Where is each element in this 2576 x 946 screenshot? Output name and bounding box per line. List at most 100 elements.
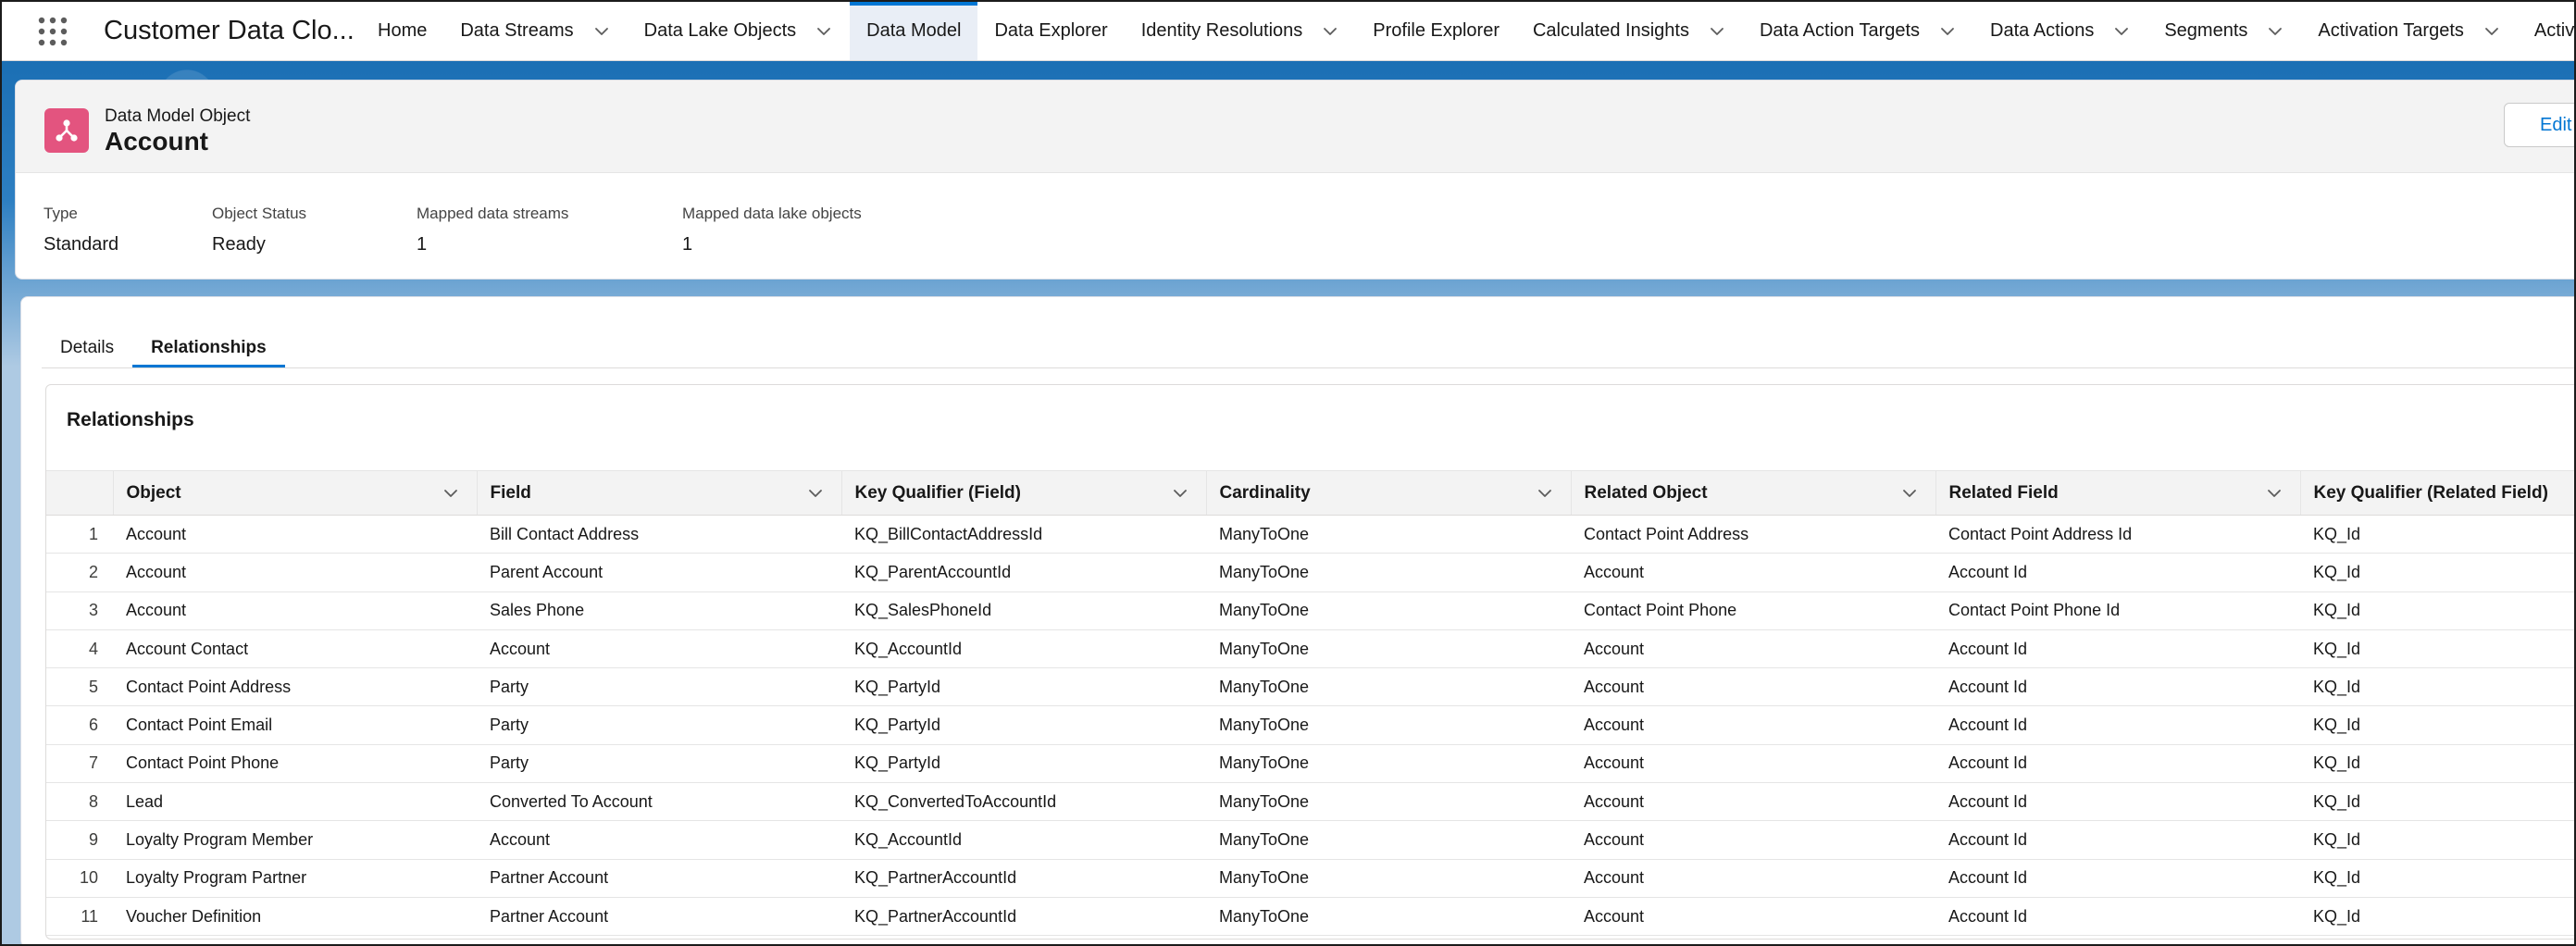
table-cell: KQ_Id xyxy=(2300,553,2574,592)
chevron-down-icon[interactable] xyxy=(1171,484,1189,503)
nav-item-identity-resolutions[interactable]: Identity Resolutions xyxy=(1125,2,1357,60)
record-highlights: Type Standard Object Status Ready Mapped… xyxy=(16,173,2574,279)
nav-item-home[interactable]: Home xyxy=(361,2,443,60)
column-header-key-qualifier-related-field[interactable]: Key Qualifier (Related Field) xyxy=(2299,470,2574,516)
tab-relationships[interactable]: Relationships xyxy=(132,325,285,367)
table-cell: Partner Account xyxy=(477,859,841,898)
table-cell: KQ_Id xyxy=(2300,820,2574,860)
table-cell: Account Id xyxy=(1935,629,2300,669)
table-row[interactable]: 3 Account Sales Phone KQ_SalesPhoneId ManyTo… xyxy=(46,591,2574,630)
row-number: 7 xyxy=(46,744,113,784)
table-row[interactable]: 1 Account Bill Contact Address KQ_BillConta… xyxy=(46,515,2574,554)
app-name: Customer Data Clo... xyxy=(104,16,355,45)
table-row[interactable]: 5 Contact Point Address Party KQ_PartyId Man… xyxy=(46,667,2574,707)
table-cell: Contact Point Phone xyxy=(1571,591,1935,630)
table-cell: KQ_Id xyxy=(2300,591,2574,630)
nav-item-data-explorer[interactable]: Data Explorer xyxy=(977,2,1124,60)
chevron-down-icon[interactable] xyxy=(2483,22,2501,41)
chevron-down-icon[interactable] xyxy=(2112,22,2131,41)
meta-object-status: Object Status Ready xyxy=(212,205,306,255)
row-number: 4 xyxy=(46,629,113,669)
column-header-field[interactable]: Field xyxy=(476,470,841,516)
chevron-down-icon[interactable] xyxy=(442,484,460,503)
meta-value: 1 xyxy=(682,234,693,255)
tab-divider xyxy=(42,367,2574,368)
nav-item-label: Data Actions xyxy=(1990,20,2095,41)
table-row[interactable]: 2 Account Parent Account KQ_ParentAccountId… xyxy=(46,553,2574,592)
table-row[interactable]: 10 Loyalty Program Partner Partner Account… xyxy=(46,859,2574,898)
chevron-down-icon[interactable] xyxy=(2265,484,2284,503)
table-row[interactable]: 4 Account Contact Account KQ_AccountId ManyT… xyxy=(46,629,2574,669)
table-cell: KQ_Id xyxy=(2300,667,2574,707)
nav-item-segments[interactable]: Segments xyxy=(2147,2,2301,60)
table-cell: Account xyxy=(1571,667,1935,707)
table-cell: ManyToOne xyxy=(1206,553,1571,592)
table-cell: ManyToOne xyxy=(1206,859,1571,898)
table-cell: ManyToOne xyxy=(1206,591,1571,630)
chevron-down-icon[interactable] xyxy=(1900,484,1919,503)
record-body: Details Relationships Relationships Obje… xyxy=(20,296,2574,944)
record-header-top: Data Model Object Account Edit xyxy=(16,81,2574,173)
column-header-label: Field xyxy=(490,482,531,503)
chevron-down-icon[interactable] xyxy=(1536,484,1554,503)
row-number: 3 xyxy=(46,591,113,630)
chevron-down-icon[interactable] xyxy=(1321,22,1339,41)
chevron-down-icon[interactable] xyxy=(592,22,611,41)
table-cell: ManyToOne xyxy=(1206,897,1571,937)
table-cell: Account xyxy=(1571,820,1935,860)
nav-item-calculated-insights[interactable]: Calculated Insights xyxy=(1516,2,1743,60)
nav-item-activa[interactable]: Activa xyxy=(2518,2,2574,60)
row-number-header xyxy=(46,470,113,516)
table-cell: Contact Point Address xyxy=(1571,515,1935,554)
app-launcher-button[interactable] xyxy=(2,2,104,60)
edit-button[interactable]: Edit xyxy=(2504,103,2574,147)
table-row[interactable]: 7 Contact Point Phone Party KQ_PartyId ManyT… xyxy=(46,744,2574,784)
table-cell: Contact Point Phone xyxy=(113,744,477,784)
column-header-label: Object xyxy=(126,482,181,503)
column-header-object[interactable]: Object xyxy=(112,470,477,516)
column-header-related-object[interactable]: Related Object xyxy=(1570,470,1935,516)
chevron-down-icon[interactable] xyxy=(1708,22,1726,41)
nav-item-activation-targets[interactable]: Activation Targets xyxy=(2301,2,2518,60)
table-row[interactable]: 8 Lead Converted To Account KQ_ConvertedToA… xyxy=(46,782,2574,822)
table-header-row: Object Field Key Qualifier (Field) Cardinal… xyxy=(46,470,2574,516)
relationships-table: Object Field Key Qualifier (Field) Cardinal… xyxy=(46,470,2574,937)
table-cell: KQ_AccountId xyxy=(841,629,1206,669)
chevron-down-icon[interactable] xyxy=(1938,22,1957,41)
nav-item-label: Data Explorer xyxy=(994,20,1108,41)
nav-item-profile-explorer[interactable]: Profile Explorer xyxy=(1356,2,1516,60)
table-row[interactable]: 9 Loyalty Program Member Account KQ_Account… xyxy=(46,820,2574,860)
page-title: Account xyxy=(105,127,208,156)
nav-item-data-action-targets[interactable]: Data Action Targets xyxy=(1743,2,1973,60)
table-cell: KQ_Id xyxy=(2300,515,2574,554)
table-cell: Account xyxy=(113,515,477,554)
meta-value: Standard xyxy=(44,234,119,255)
nav-item-data-lake-objects[interactable]: Data Lake Objects xyxy=(628,2,851,60)
table-cell: KQ_PartnerAccountId xyxy=(841,897,1206,937)
column-header-related-field[interactable]: Related Field xyxy=(1935,470,2300,516)
table-cell: KQ_SalesPhoneId xyxy=(841,591,1206,630)
table-cell: Loyalty Program Member xyxy=(113,820,477,860)
table-cell: Account xyxy=(1571,859,1935,898)
column-header-cardinality[interactable]: Cardinality xyxy=(1205,470,1571,516)
table-cell: KQ_Id xyxy=(2300,782,2574,822)
table-cell: Contact Point Phone Id xyxy=(1935,591,2300,630)
chevron-down-icon[interactable] xyxy=(806,484,825,503)
table-row[interactable]: 6 Contact Point Email Party KQ_PartyId ManyT… xyxy=(46,705,2574,745)
table-cell: Account xyxy=(1571,553,1935,592)
table-cell: Account Id xyxy=(1935,820,2300,860)
nav-item-data-streams[interactable]: Data Streams xyxy=(443,2,627,60)
chevron-down-icon[interactable] xyxy=(815,22,833,41)
table-cell: KQ_Id xyxy=(2300,897,2574,937)
tab-details[interactable]: Details xyxy=(42,325,132,367)
table-row[interactable]: 11 Voucher Definition Partner Account KQ_Pa… xyxy=(46,897,2574,937)
table-cell: Sales Phone xyxy=(477,591,841,630)
column-header-key-qualifier-field[interactable]: Key Qualifier (Field) xyxy=(840,470,1206,516)
nav-item-data-actions[interactable]: Data Actions xyxy=(1973,2,2147,60)
chevron-down-icon[interactable] xyxy=(2266,22,2284,41)
table-cell: Account xyxy=(113,591,477,630)
table-cell: KQ_BillContactAddressId xyxy=(841,515,1206,554)
table-cell: Account Contact xyxy=(113,629,477,669)
table-cell: KQ_PartyId xyxy=(841,744,1206,784)
nav-item-data-model[interactable]: Data Model xyxy=(850,2,978,60)
